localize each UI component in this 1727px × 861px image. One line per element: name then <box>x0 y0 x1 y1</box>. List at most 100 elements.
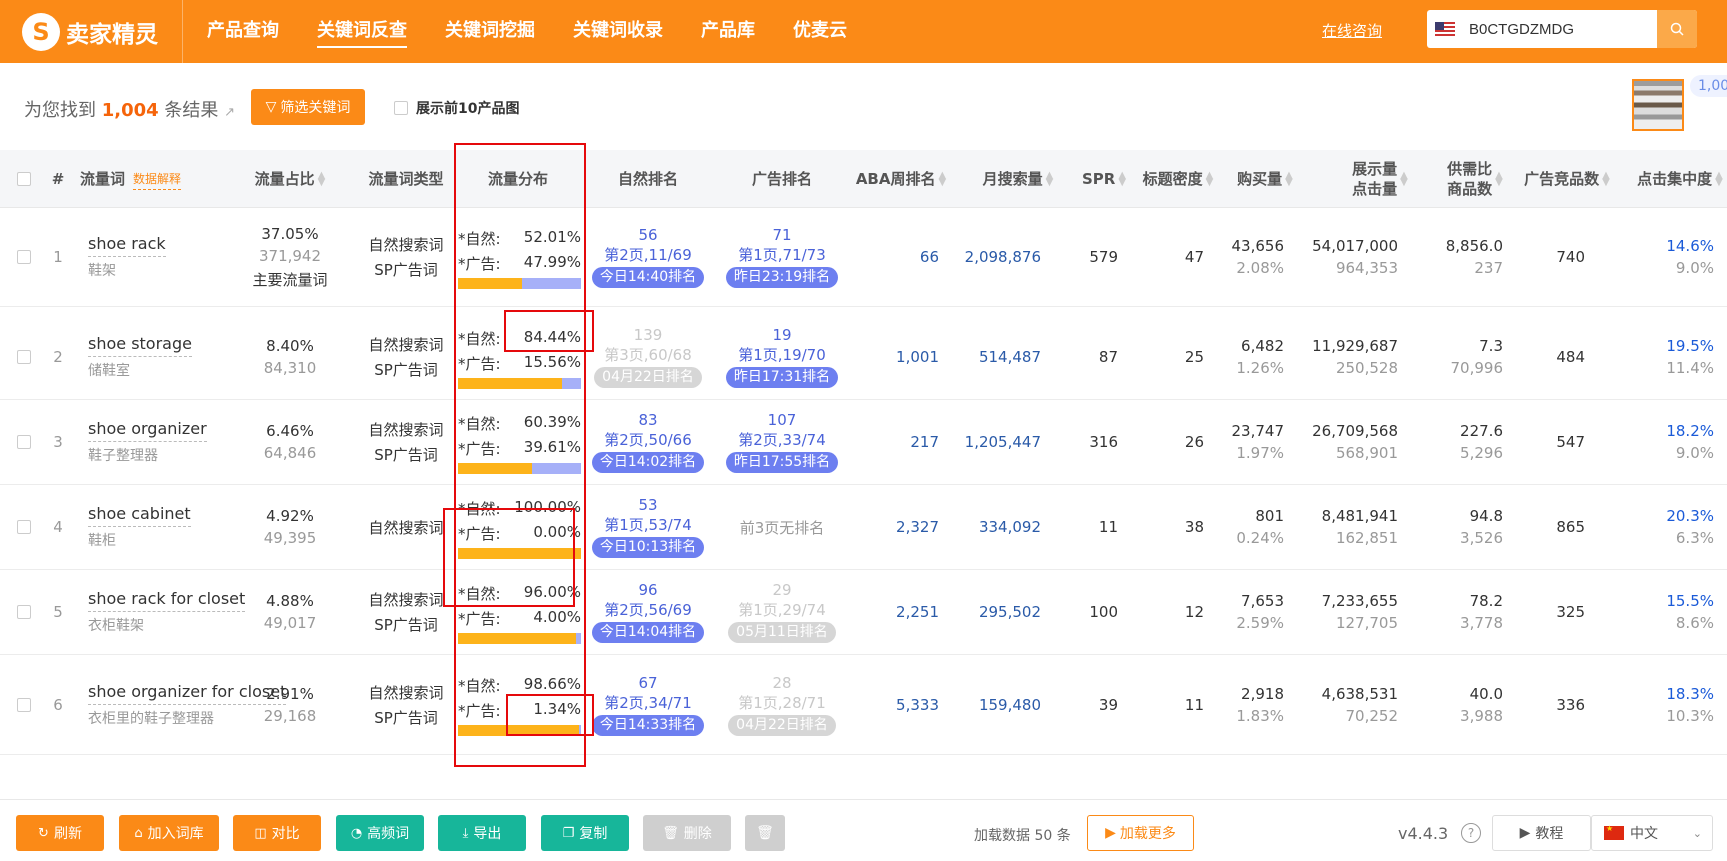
brand-logo[interactable]: S 卖家精灵 <box>0 0 183 63</box>
sort-icon[interactable]: ▲ ▼ <box>938 171 946 188</box>
click-concentration-value[interactable]: 18.2% <box>1666 422 1714 440</box>
sort-icon[interactable]: ▲ ▼ <box>1602 171 1610 188</box>
keyword-link[interactable]: shoe rack <box>88 234 166 257</box>
keyword-link[interactable]: shoe cabinet <box>88 504 191 527</box>
online-consult-link[interactable]: 在线咨询 <box>1322 20 1382 41</box>
ad-rank-number[interactable]: 107 <box>768 411 797 429</box>
monthly-search-value[interactable]: 514,487 <box>979 348 1041 366</box>
refresh-button[interactable]: ↻ 刷新 <box>16 815 104 851</box>
col-traffic-share[interactable]: 流量占比 ▲ ▼ <box>240 150 340 208</box>
sort-icon[interactable]: ▲ ▼ <box>1118 171 1126 188</box>
language-select[interactable]: 中文 ⌄ <box>1591 815 1713 851</box>
us-flag-icon[interactable] <box>1435 22 1455 36</box>
click-concentration-value[interactable]: 20.3% <box>1666 507 1714 525</box>
col-click-concentration[interactable]: 点击集中度 ▲ ▼ <box>1634 150 1726 208</box>
show-top10-toggle[interactable]: 展示前10产品图 <box>394 98 519 118</box>
nav-item[interactable]: 优麦云 <box>793 16 847 48</box>
aba-rank-value[interactable]: 5,333 <box>896 696 939 714</box>
row-select-checkbox[interactable] <box>17 520 31 534</box>
click-concentration-value[interactable]: 15.5% <box>1666 592 1714 610</box>
select-all-checkbox[interactable] <box>14 150 34 208</box>
organic-rank-number[interactable]: 53 <box>638 496 657 514</box>
table-row[interactable]: 2 shoe storage 储鞋室 8.40% 84,310 自然搜索词 SP广告词 *自… <box>0 315 1727 400</box>
ad-rank-number[interactable]: 28 <box>772 674 791 692</box>
delete-button[interactable]: 🗑 删除 <box>643 815 731 851</box>
sort-icon[interactable]: ▲ ▼ <box>1715 171 1723 188</box>
ad-rank-number[interactable]: 19 <box>772 326 791 344</box>
monthly-search-value[interactable]: 1,205,447 <box>965 433 1041 451</box>
keyword-link[interactable]: shoe rack for closet <box>88 589 246 612</box>
sort-icon[interactable]: ▲ ▼ <box>1046 171 1054 188</box>
data-explain-link[interactable]: 数据解释 <box>133 169 182 190</box>
col-title-density[interactable]: 标题密度 ▲ ▼ <box>1138 150 1218 208</box>
keyword-link[interactable]: shoe storage <box>88 334 192 357</box>
load-more-button[interactable]: ▶ 加载更多 <box>1087 815 1194 851</box>
nav-item[interactable]: 关键词收录 <box>573 16 663 48</box>
high-freq-button[interactable]: ◔ 高频词 <box>336 815 424 851</box>
external-link-icon[interactable]: ↗ <box>224 105 235 120</box>
table-row[interactable]: 4 shoe cabinet 鞋柜 4.92% 49,395 自然搜索词 *自然: 100.… <box>0 485 1727 570</box>
col-supply-demand[interactable]: 供需比 商品数 ▲ ▼ <box>1440 150 1510 208</box>
click-concentration-value[interactable]: 19.5% <box>1666 337 1714 355</box>
aba-rank-value[interactable]: 1,001 <box>896 348 939 366</box>
organic-rank-number[interactable]: 67 <box>638 674 657 692</box>
tutorial-button[interactable]: ▶ 教程 <box>1492 815 1591 851</box>
products-count: 70,996 <box>1450 359 1504 377</box>
aba-rank-value[interactable]: 66 <box>920 248 939 266</box>
ad-rank-number[interactable]: 29 <box>772 581 791 599</box>
organic-rank-number[interactable]: 83 <box>638 411 657 429</box>
table-row[interactable]: 6 shoe organizer for closet 衣柜里的鞋子整理器 2.91%… <box>0 655 1727 755</box>
row-index-label: 5 <box>53 603 63 621</box>
row-select-checkbox[interactable] <box>17 250 31 264</box>
sort-icon[interactable]: ▲ ▼ <box>1285 171 1293 188</box>
col-ad-competitors[interactable]: 广告竞品数 ▲ ▼ <box>1522 150 1612 208</box>
monthly-search-value[interactable]: 2,098,876 <box>965 248 1041 266</box>
col-impressions-clicks[interactable]: 展示量 点击量 ▲ ▼ <box>1335 150 1425 208</box>
product-thumbnail[interactable] <box>1632 79 1684 131</box>
col-ad-competitors-label: 广告竞品数 <box>1524 170 1600 188</box>
help-icon[interactable]: ? <box>1461 823 1481 843</box>
monthly-search-value[interactable]: 295,502 <box>979 603 1041 621</box>
col-monthly-search[interactable]: 月搜索量 ▲ ▼ <box>968 150 1068 208</box>
nav-item[interactable]: 关键词反查 <box>317 16 407 48</box>
show-top10-checkbox[interactable] <box>394 101 408 115</box>
nav-item[interactable]: 关键词挖掘 <box>445 16 535 48</box>
row-select-checkbox[interactable] <box>17 605 31 619</box>
row-select-checkbox[interactable] <box>17 697 31 712</box>
add-to-list-button[interactable]: ⌂ 加入词库 <box>119 815 219 851</box>
sort-icon[interactable]: ▲ ▼ <box>1206 171 1214 188</box>
table-row[interactable]: 5 shoe rack for closet 衣柜鞋架 4.88% 49,017 自然搜… <box>0 570 1727 655</box>
organic-rank-number[interactable]: 56 <box>638 226 657 244</box>
export-button[interactable]: ⤓ 导出 <box>438 815 526 851</box>
table-row[interactable]: 3 shoe organizer 鞋子整理器 6.46% 64,846 自然搜索词 SP广… <box>0 400 1727 485</box>
ad-rank-number[interactable]: 71 <box>772 226 791 244</box>
table-row[interactable]: 1 shoe rack 鞋架 37.05% 371,942 主要流量词 自然搜索词 SP广告… <box>0 208 1727 307</box>
click-concentration-value[interactable]: 18.3% <box>1666 685 1714 703</box>
organic-rank-number[interactable]: 139 <box>634 326 663 344</box>
search-button[interactable] <box>1657 10 1697 48</box>
sort-icon[interactable]: ▲ ▼ <box>1400 171 1408 188</box>
trash-button[interactable]: 🗑 <box>745 815 785 851</box>
sort-icon[interactable]: ▲ ▼ <box>1495 171 1503 188</box>
col-purchases[interactable]: 购买量 ▲ ▼ <box>1230 150 1300 208</box>
organic-rank-number[interactable]: 96 <box>638 581 657 599</box>
click-concentration-value[interactable]: 14.6% <box>1666 237 1714 255</box>
monthly-search-value[interactable]: 334,092 <box>979 518 1041 536</box>
copy-button[interactable]: ❐ 复制 <box>541 815 629 851</box>
row-select-checkbox[interactable] <box>17 350 31 364</box>
aba-rank-value[interactable]: 2,327 <box>896 518 939 536</box>
asin-search-input[interactable] <box>1469 20 1639 38</box>
compare-button[interactable]: ◫ 对比 <box>233 815 321 851</box>
col-spr[interactable]: SPR ▲ ▼ <box>1074 150 1134 208</box>
nav-item[interactable]: 产品库 <box>701 16 755 48</box>
nav-item[interactable]: 产品查询 <box>207 16 279 48</box>
aba-rank-value[interactable]: 2,251 <box>896 603 939 621</box>
filter-keywords-button[interactable]: ▽ 筛选关键词 <box>251 89 365 125</box>
keyword-link[interactable]: shoe organizer <box>88 419 207 442</box>
result-suffix: 条结果 <box>164 100 219 121</box>
col-aba-rank[interactable]: ABA周排名 ▲ ▼ <box>851 150 951 208</box>
aba-rank-value[interactable]: 217 <box>910 433 939 451</box>
sort-icon[interactable]: ▲ ▼ <box>318 171 326 188</box>
monthly-search-value[interactable]: 159,480 <box>979 696 1041 714</box>
row-select-checkbox[interactable] <box>17 435 31 449</box>
